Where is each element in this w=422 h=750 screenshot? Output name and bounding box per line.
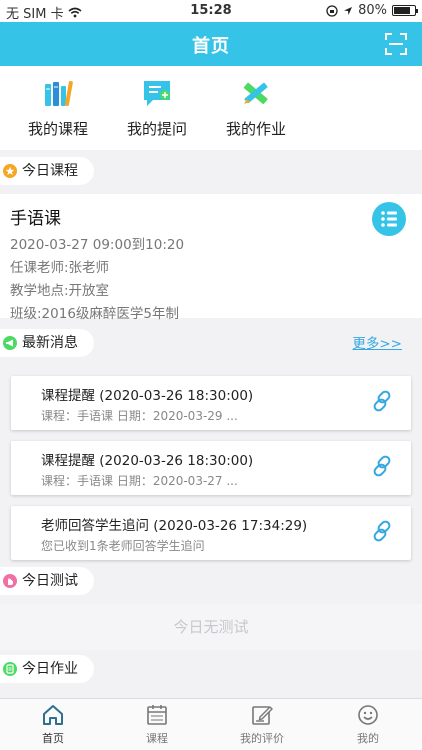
tab-label: 课程 <box>146 732 168 745</box>
tab-label: 我的 <box>357 732 379 745</box>
quick-link-label: 我的提问 <box>126 120 187 138</box>
quick-link-my-homework[interactable]: 我的作业 <box>206 78 306 139</box>
pencil-ruler-icon <box>243 82 268 105</box>
battery-icon <box>392 5 418 16</box>
location-icon <box>344 6 353 15</box>
message-subtitle: 课程：手语课 日期：2020-03-27 ... <box>41 474 238 488</box>
scan-icon[interactable] <box>384 32 408 56</box>
message-title: 老师回答学生追问 (2020-03-26 17:34:29) <box>41 518 308 534</box>
tab-my-evaluation[interactable]: 我的评价 <box>212 703 312 746</box>
tab-label: 首页 <box>42 732 64 745</box>
quick-link-label: 我的课程 <box>27 120 88 138</box>
course-class: 班级:2016级麻醉医学5年制 <box>10 306 179 322</box>
quick-link-label: 我的作业 <box>225 120 286 138</box>
section-label: 最新消息 <box>22 335 78 351</box>
course-name: 手语课 <box>10 209 61 229</box>
tab-home[interactable]: 首页 <box>3 703 103 746</box>
note-icon <box>3 662 17 676</box>
edit-note-icon <box>252 706 273 725</box>
more-news-link[interactable]: 更多>> <box>352 332 402 352</box>
smiley-icon <box>358 705 378 725</box>
books-icon <box>45 80 73 106</box>
tab-courses[interactable]: 课程 <box>107 703 207 746</box>
page-title: 首页 <box>192 36 230 57</box>
section-label: 今日测试 <box>22 573 78 589</box>
course-location: 教学地点:开放室 <box>10 283 110 299</box>
tab-me[interactable]: 我的 <box>318 703 418 746</box>
star-icon <box>3 164 17 178</box>
status-bar: 无 SIM 卡 15:28 80% <box>0 0 422 22</box>
course-card[interactable]: 手语课 2020-03-27 09:00到10:20 任课老师:张老师 教学地点… <box>0 194 422 322</box>
message-card[interactable]: 课程提醒 (2020-03-26 18:30:00) 课程：手语课 日期：202… <box>11 376 411 430</box>
section-today-course: 今日课程 <box>0 157 94 185</box>
link-icon[interactable] <box>371 390 393 412</box>
message-card[interactable]: 老师回答学生追问 (2020-03-26 17:34:29) 您已收到1条老师回… <box>11 506 411 560</box>
section-news: 最新消息 <box>0 329 94 357</box>
question-chat-icon <box>144 81 170 106</box>
course-teacher: 任课老师:张老师 <box>10 260 110 276</box>
home-icon <box>43 705 63 725</box>
list-icon <box>381 211 397 227</box>
section-today-homework: 今日作业 <box>0 655 94 683</box>
calendar-icon <box>147 705 167 725</box>
message-title: 课程提醒 (2020-03-26 18:30:00) <box>41 453 254 469</box>
message-card[interactable]: 课程提醒 (2020-03-26 18:30:00) 课程：手语课 日期：202… <box>11 441 411 495</box>
course-list-button[interactable] <box>372 202 406 236</box>
hand-icon <box>3 574 17 588</box>
battery-percent: 80% <box>358 3 387 18</box>
quick-link-my-courses[interactable]: 我的课程 <box>8 78 108 139</box>
megaphone-icon <box>3 336 17 350</box>
tab-label: 我的评价 <box>240 732 284 745</box>
link-icon[interactable] <box>371 455 393 477</box>
orientation-lock-icon <box>326 4 338 17</box>
nav-bar: 首页 <box>0 22 422 66</box>
quick-links: 我的课程 我的提问 我的作业 <box>0 66 422 150</box>
message-subtitle: 您已收到1条老师回答学生追问 <box>41 539 205 553</box>
course-time: 2020-03-27 09:00到10:20 <box>10 237 185 253</box>
message-subtitle: 课程：手语课 日期：2020-03-29 ... <box>41 409 238 423</box>
link-icon[interactable] <box>371 520 393 542</box>
status-icons: 80% <box>326 3 418 18</box>
section-label: 今日作业 <box>22 661 78 677</box>
today-test-empty: 今日无测试 <box>0 604 422 650</box>
section-today-test: 今日测试 <box>0 567 94 595</box>
quick-link-my-questions[interactable]: 我的提问 <box>107 78 207 139</box>
message-title: 课程提醒 (2020-03-26 18:30:00) <box>41 388 254 404</box>
tab-bar: 首页 课程 我的评价 我的 <box>0 698 422 750</box>
section-label: 今日课程 <box>22 163 78 179</box>
